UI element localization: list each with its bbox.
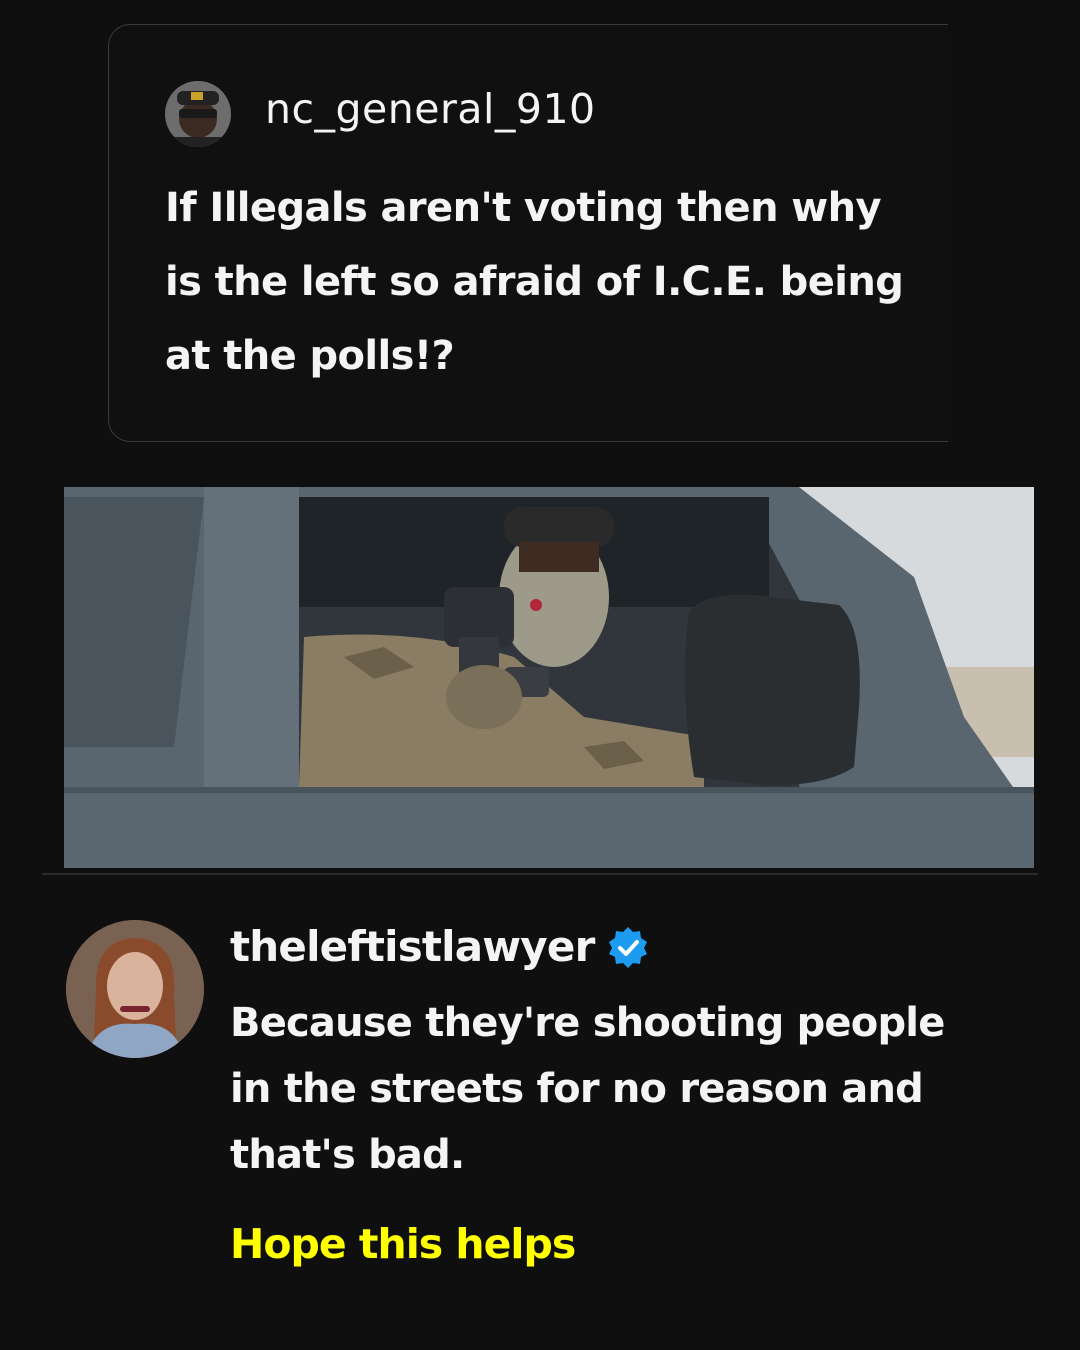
- post-image[interactable]: [64, 487, 1034, 868]
- reply-highlight-text: Hope this helps: [230, 1220, 576, 1268]
- photo-masked-man-in-truck-icon: [64, 487, 1034, 868]
- avatar-image-icon: [165, 81, 231, 147]
- quoted-post-card[interactable]: nc_general_910 If Illegals aren't voting…: [108, 24, 948, 442]
- divider: [42, 873, 1038, 875]
- reply-user-avatar[interactable]: [66, 920, 204, 1058]
- verified-badge-icon: [609, 926, 648, 968]
- reply-username-row[interactable]: theleftistlawyer: [230, 922, 650, 971]
- quoted-user-avatar[interactable]: [165, 81, 231, 147]
- quoted-post-text: If Illegals aren't voting then why is th…: [165, 185, 904, 379]
- reply-text: Because they're shooting people in the s…: [230, 1000, 945, 1178]
- reply-username[interactable]: theleftistlawyer: [230, 922, 595, 971]
- avatar-image-icon: [66, 920, 204, 1058]
- quoted-username[interactable]: nc_general_910: [265, 85, 596, 133]
